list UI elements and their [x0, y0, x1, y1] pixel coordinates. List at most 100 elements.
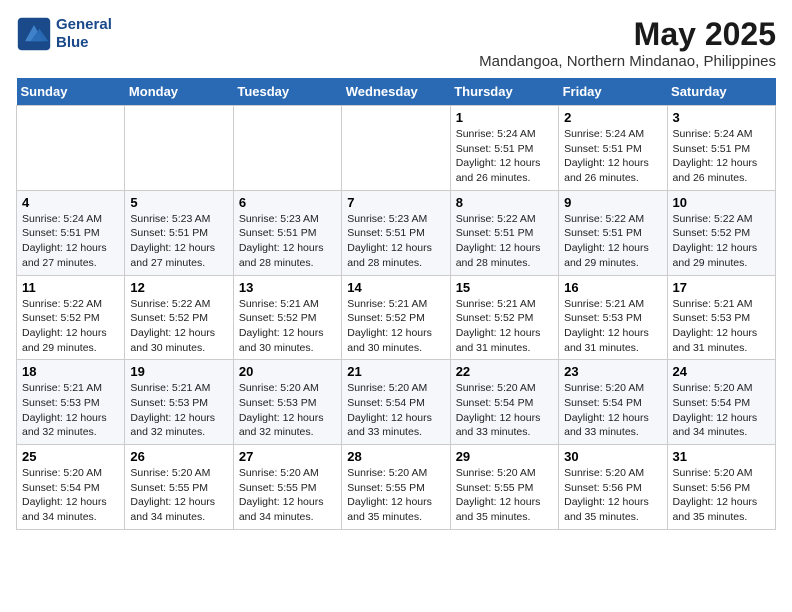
cell-content: Sunrise: 5:21 AM Sunset: 5:53 PM Dayligh…	[673, 297, 770, 356]
title-area: May 2025 Mandangoa, Northern Mindanao, P…	[479, 16, 776, 70]
calendar-cell: 27Sunrise: 5:20 AM Sunset: 5:55 PM Dayli…	[233, 445, 341, 530]
calendar-cell: 1Sunrise: 5:24 AM Sunset: 5:51 PM Daylig…	[450, 106, 558, 191]
day-number: 16	[564, 280, 661, 295]
day-number: 30	[564, 449, 661, 464]
column-header-wednesday: Wednesday	[342, 78, 450, 106]
day-number: 26	[130, 449, 227, 464]
cell-content: Sunrise: 5:21 AM Sunset: 5:53 PM Dayligh…	[564, 297, 661, 356]
column-header-thursday: Thursday	[450, 78, 558, 106]
calendar-cell: 24Sunrise: 5:20 AM Sunset: 5:54 PM Dayli…	[667, 360, 775, 445]
cell-content: Sunrise: 5:21 AM Sunset: 5:52 PM Dayligh…	[239, 297, 336, 356]
calendar-cell: 7 Sunrise: 5:23 AM Sunset: 5:51 PM Daylig…	[342, 190, 450, 275]
calendar-cell: 3 Sunrise: 5:24 AM Sunset: 5:51 PM Daylig…	[667, 106, 775, 191]
calendar-cell: 23Sunrise: 5:20 AM Sunset: 5:54 PM Dayli…	[559, 360, 667, 445]
calendar-week-5: 25 Sunrise: 5:20 AM Sunset: 5:54 PM Dayli…	[17, 445, 776, 530]
cell-content: Sunrise: 5:23 AM Sunset: 5:51 PM Dayligh…	[130, 212, 227, 271]
cell-content: Sunrise: 5:22 AM Sunset: 5:52 PM Dayligh…	[22, 297, 119, 356]
cell-content: Sunrise: 5:23 AM Sunset: 5:51 PM Dayligh…	[347, 212, 444, 271]
day-number: 12	[130, 280, 227, 295]
cell-content: Sunrise: 5:20 AM Sunset: 5:56 PM Dayligh…	[673, 466, 770, 525]
cell-content: Sunrise: 5:21 AM Sunset: 5:52 PM Dayligh…	[347, 297, 444, 356]
day-number: 31	[673, 449, 770, 464]
calendar-cell: 26 Sunrise: 5:20 AM Sunset: 5:55 PM Dayli…	[125, 445, 233, 530]
day-number: 20	[239, 364, 336, 379]
logo-icon	[16, 16, 52, 52]
cell-content: Sunrise: 5:20 AM Sunset: 5:55 PM Dayligh…	[130, 466, 227, 525]
cell-content: Sunrise: 5:20 AM Sunset: 5:55 PM Dayligh…	[239, 466, 336, 525]
cell-content: Sunrise: 5:21 AM Sunset: 5:53 PM Dayligh…	[130, 381, 227, 440]
column-header-monday: Monday	[125, 78, 233, 106]
page-title: May 2025	[479, 16, 776, 53]
cell-content: Sunrise: 5:22 AM Sunset: 5:51 PM Dayligh…	[456, 212, 553, 271]
calendar-cell: 5 Sunrise: 5:23 AM Sunset: 5:51 PM Daylig…	[125, 190, 233, 275]
calendar-cell: 29Sunrise: 5:20 AM Sunset: 5:55 PM Dayli…	[450, 445, 558, 530]
calendar-cell: 30 Sunrise: 5:20 AM Sunset: 5:56 PM Dayli…	[559, 445, 667, 530]
calendar-cell: 31 Sunrise: 5:20 AM Sunset: 5:56 PM Dayli…	[667, 445, 775, 530]
cell-content: Sunrise: 5:24 AM Sunset: 5:51 PM Dayligh…	[673, 127, 770, 186]
day-number: 11	[22, 280, 119, 295]
calendar-cell: 4 Sunrise: 5:24 AM Sunset: 5:51 PM Daylig…	[17, 190, 125, 275]
page-subtitle: Mandangoa, Northern Mindanao, Philippine…	[479, 53, 776, 70]
cell-content: Sunrise: 5:23 AM Sunset: 5:51 PM Dayligh…	[239, 212, 336, 271]
day-number: 6	[239, 195, 336, 210]
day-number: 28	[347, 449, 444, 464]
cell-content: Sunrise: 5:21 AM Sunset: 5:53 PM Dayligh…	[22, 381, 119, 440]
logo-text: General Blue	[56, 16, 112, 52]
calendar-cell: 16 Sunrise: 5:21 AM Sunset: 5:53 PM Dayli…	[559, 275, 667, 360]
cell-content: Sunrise: 5:22 AM Sunset: 5:51 PM Dayligh…	[564, 212, 661, 271]
day-number: 19	[130, 364, 227, 379]
day-number: 13	[239, 280, 336, 295]
day-number: 10	[673, 195, 770, 210]
cell-content: Sunrise: 5:22 AM Sunset: 5:52 PM Dayligh…	[673, 212, 770, 271]
calendar-cell: 15Sunrise: 5:21 AM Sunset: 5:52 PM Dayli…	[450, 275, 558, 360]
calendar-cell	[17, 106, 125, 191]
calendar-table: SundayMondayTuesdayWednesdayThursdayFrid…	[16, 78, 776, 530]
calendar-cell	[233, 106, 341, 191]
day-number: 5	[130, 195, 227, 210]
calendar-cell: 18 Sunrise: 5:21 AM Sunset: 5:53 PM Dayli…	[17, 360, 125, 445]
page-header: General Blue May 2025 Mandangoa, Norther…	[16, 16, 776, 70]
cell-content: Sunrise: 5:24 AM Sunset: 5:51 PM Dayligh…	[564, 127, 661, 186]
day-number: 9	[564, 195, 661, 210]
day-number: 21	[347, 364, 444, 379]
day-number: 1	[456, 110, 553, 125]
day-number: 15	[456, 280, 553, 295]
cell-content: Sunrise: 5:20 AM Sunset: 5:56 PM Dayligh…	[564, 466, 661, 525]
cell-content: Sunrise: 5:20 AM Sunset: 5:53 PM Dayligh…	[239, 381, 336, 440]
day-number: 29	[456, 449, 553, 464]
day-number: 18	[22, 364, 119, 379]
calendar-week-3: 11 Sunrise: 5:22 AM Sunset: 5:52 PM Dayli…	[17, 275, 776, 360]
calendar-header-row: SundayMondayTuesdayWednesdayThursdayFrid…	[17, 78, 776, 106]
cell-content: Sunrise: 5:20 AM Sunset: 5:54 PM Dayligh…	[22, 466, 119, 525]
calendar-cell: 17 Sunrise: 5:21 AM Sunset: 5:53 PM Dayli…	[667, 275, 775, 360]
day-number: 4	[22, 195, 119, 210]
day-number: 7	[347, 195, 444, 210]
day-number: 3	[673, 110, 770, 125]
calendar-cell	[125, 106, 233, 191]
calendar-cell: 2Sunrise: 5:24 AM Sunset: 5:51 PM Daylig…	[559, 106, 667, 191]
calendar-cell: 19 Sunrise: 5:21 AM Sunset: 5:53 PM Dayli…	[125, 360, 233, 445]
day-number: 25	[22, 449, 119, 464]
cell-content: Sunrise: 5:20 AM Sunset: 5:55 PM Dayligh…	[347, 466, 444, 525]
calendar-cell: 6 Sunrise: 5:23 AM Sunset: 5:51 PM Daylig…	[233, 190, 341, 275]
calendar-cell: 13 Sunrise: 5:21 AM Sunset: 5:52 PM Dayli…	[233, 275, 341, 360]
column-header-saturday: Saturday	[667, 78, 775, 106]
logo: General Blue	[16, 16, 112, 52]
calendar-cell: 12Sunrise: 5:22 AM Sunset: 5:52 PM Dayli…	[125, 275, 233, 360]
day-number: 24	[673, 364, 770, 379]
cell-content: Sunrise: 5:24 AM Sunset: 5:51 PM Dayligh…	[22, 212, 119, 271]
calendar-week-2: 4 Sunrise: 5:24 AM Sunset: 5:51 PM Daylig…	[17, 190, 776, 275]
cell-content: Sunrise: 5:20 AM Sunset: 5:54 PM Dayligh…	[456, 381, 553, 440]
day-number: 22	[456, 364, 553, 379]
cell-content: Sunrise: 5:20 AM Sunset: 5:54 PM Dayligh…	[564, 381, 661, 440]
calendar-cell: 9 Sunrise: 5:22 AM Sunset: 5:51 PM Daylig…	[559, 190, 667, 275]
column-header-friday: Friday	[559, 78, 667, 106]
day-number: 14	[347, 280, 444, 295]
calendar-cell: 25 Sunrise: 5:20 AM Sunset: 5:54 PM Dayli…	[17, 445, 125, 530]
calendar-cell	[342, 106, 450, 191]
column-header-sunday: Sunday	[17, 78, 125, 106]
calendar-body: 1 Sunrise: 5:24 AM Sunset: 5:51 PM Daylig…	[17, 106, 776, 530]
calendar-week-4: 18 Sunrise: 5:21 AM Sunset: 5:53 PM Dayli…	[17, 360, 776, 445]
day-number: 17	[673, 280, 770, 295]
calendar-cell: 11 Sunrise: 5:22 AM Sunset: 5:52 PM Dayli…	[17, 275, 125, 360]
